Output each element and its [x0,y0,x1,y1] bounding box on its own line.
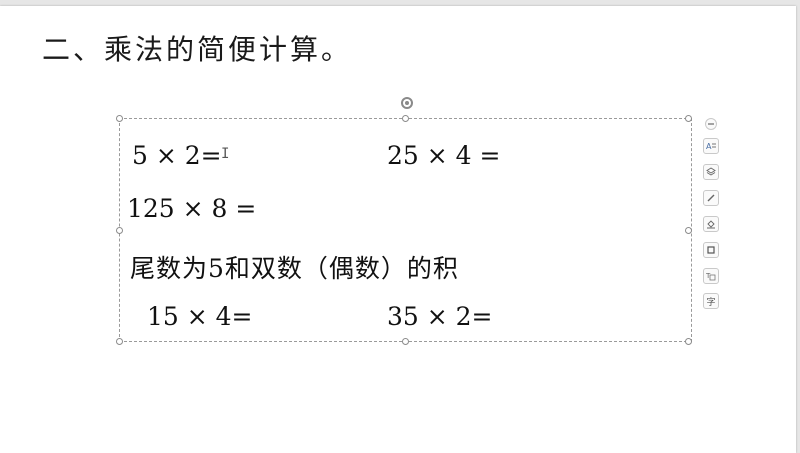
resize-handle-right[interactable] [685,227,692,234]
font-icon[interactable]: 字 [703,293,719,309]
equation-5[interactable]: 35 × 2= [387,302,493,331]
text-style-icon[interactable]: A [703,138,719,154]
resize-handle-top-left[interactable] [116,115,123,122]
equation-1[interactable]: 5 × 2= [132,141,222,170]
layers-icon[interactable] [703,164,719,180]
resize-handle-bottom-left[interactable] [116,338,123,345]
slide-title[interactable]: 二、乘法的简便计算。 [42,28,352,68]
editor-canvas: 二、乘法的简便计算。 5 × 2= I 25 × 4 = 125 × 8 = 尾… [0,0,800,453]
equation-3[interactable]: 125 × 8 = [127,194,256,223]
resize-handle-top-right[interactable] [685,115,692,122]
pen-icon[interactable] [703,190,719,206]
resize-handle-top[interactable] [402,115,409,122]
equation-2[interactable]: 25 × 4 = [387,141,500,170]
resize-handle-left[interactable] [116,227,123,234]
equation-4[interactable]: 15 × 4= [147,302,253,331]
selected-textbox[interactable]: 5 × 2= I 25 × 4 = 125 × 8 = 尾数为5和双数（偶数）的… [116,97,692,345]
fill-bucket-icon[interactable] [703,216,719,232]
resize-handle-bottom[interactable] [402,338,409,345]
minus-icon[interactable] [705,118,717,130]
resize-handle-bottom-right[interactable] [685,338,692,345]
rotate-handle[interactable] [401,97,413,109]
text-cursor-icon: I [221,146,230,162]
outline-box-icon[interactable] [703,242,719,258]
svg-text:A: A [706,142,712,151]
rule-note[interactable]: 尾数为5和双数（偶数）的积 [130,249,459,285]
text-effect-icon[interactable]: T [703,268,719,284]
slide[interactable]: 二、乘法的简便计算。 5 × 2= I 25 × 4 = 125 × 8 = 尾… [0,6,796,453]
